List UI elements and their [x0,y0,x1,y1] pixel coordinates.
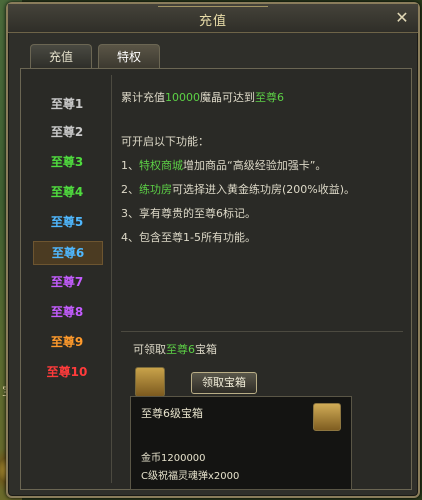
tooltip-gold: 金币1200000 [141,453,206,464]
level-item-2[interactable]: 至尊2 [33,121,101,143]
level-item-7[interactable]: 至尊7 [33,271,101,293]
features-title: 可开启以下功能： [121,135,209,148]
privilege-shop-link[interactable]: 特权商城 [139,159,183,172]
level-list: 至尊1 至尊2 至尊3 至尊4 至尊5 至尊6 至尊7 至尊8 至尊9 至尊10 [27,69,105,389]
window-title: 充值 [198,14,227,29]
feature-2-text: 可选择进入黄金练功房(200%收益)。 [172,183,356,196]
chest-icon[interactable] [135,367,165,397]
tooltip-title: 至尊6级宝箱 [141,407,203,420]
level-item-3[interactable]: 至尊3 [33,151,101,173]
claim-chest-button[interactable]: 领取宝箱 [191,372,257,394]
level-item-1[interactable]: 至尊1 [33,93,101,115]
feature-2-number: 2、 [121,183,139,196]
recharge-requirement: 累计充值10000魔晶可达到至尊6 [121,89,284,105]
reward-label: 可领取至尊6宝箱 [133,341,217,357]
tooltip-item: C级祝福灵魂弹x2000 [141,471,240,482]
chest-icon [313,403,341,431]
chest-tooltip: 至尊6级宝箱 金币1200000 C级祝福灵魂弹x2000 [130,396,352,490]
feature-1: 1、特权商城增加商品“高级经验加强卡”。 [121,157,326,173]
recharge-amount: 10000 [165,91,200,104]
reward-level: 至尊6 [166,343,195,356]
level-item-6[interactable]: 至尊6 [33,241,103,265]
reward-prefix: 可领取 [133,343,166,356]
title-bar: 充值 ✕ [8,4,418,33]
tab-recharge[interactable]: 充值 [30,44,92,69]
panel-divider-vertical [111,75,112,483]
training-room-link[interactable]: 练功房 [139,183,172,196]
feature-1-text: 增加商品“高级经验加强卡”。 [183,159,327,172]
close-icon[interactable]: ✕ [392,8,412,28]
level-item-8[interactable]: 至尊8 [33,301,101,323]
recharge-level: 至尊6 [255,91,284,104]
feature-1-number: 1、 [121,159,139,172]
level-item-4[interactable]: 至尊4 [33,181,101,203]
panel-divider-horizontal [121,331,403,332]
feature-2: 2、练功房可选择进入黄金练功房(200%收益)。 [121,181,355,197]
tab-privilege[interactable]: 特权 [98,44,160,69]
level-item-5[interactable]: 至尊5 [33,211,101,233]
recharge-prefix: 累计充值 [121,91,165,104]
reward-suffix: 宝箱 [195,343,217,356]
recharge-mid: 魔晶可达到 [200,91,255,104]
feature-4: 4、包含至尊1-5所有功能。 [121,231,256,244]
level-item-9[interactable]: 至尊9 [33,331,101,353]
feature-3: 3、享有尊贵的至尊6标记。 [121,207,256,220]
level-item-10[interactable]: 至尊10 [33,361,101,383]
